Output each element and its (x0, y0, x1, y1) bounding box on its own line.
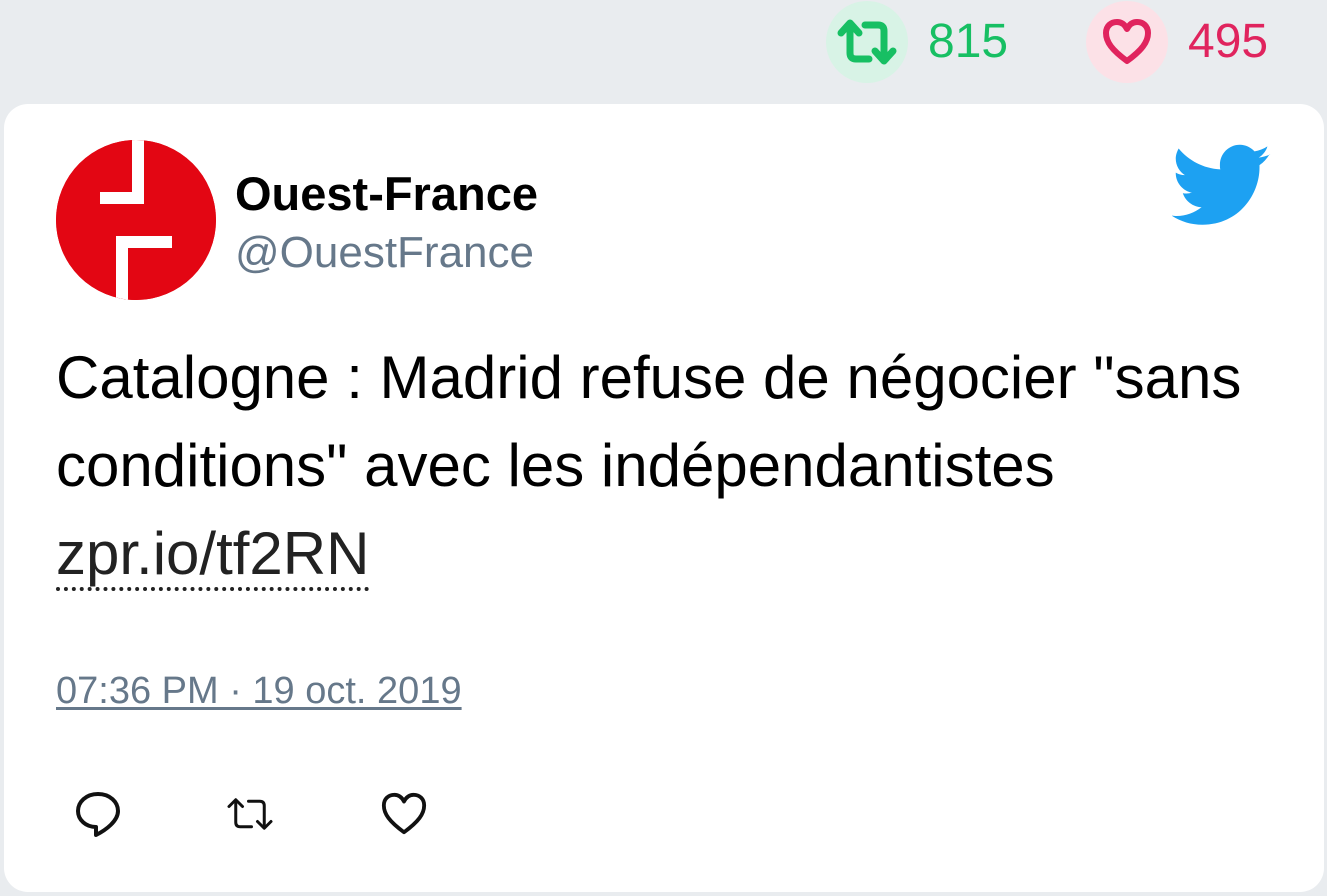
engagement-bar: 815 495 (0, 0, 1327, 100)
action-bar (56, 784, 428, 844)
reply-icon[interactable] (74, 790, 122, 838)
retweet-icon[interactable] (226, 790, 274, 838)
tweet-body: Catalogne : Madrid refuse de négocier "s… (56, 344, 1242, 499)
like-count: 495 (1188, 15, 1269, 68)
author-name[interactable]: Ouest-France (235, 166, 538, 222)
twitter-bird-icon[interactable] (1171, 144, 1272, 228)
author-block[interactable]: Ouest-France @OuestFrance (235, 166, 538, 284)
author-handle[interactable]: @OuestFrance (235, 222, 538, 284)
retweet-stat[interactable]: 815 (826, 0, 1008, 84)
heart-icon (1086, 1, 1168, 83)
ouest-france-logo (56, 140, 216, 300)
retweet-count: 815 (928, 15, 1009, 68)
tweet-link[interactable]: zpr.io/tf2RN (56, 520, 370, 591)
like-stat[interactable]: 495 (1086, 0, 1268, 84)
avatar[interactable] (56, 140, 216, 300)
tweet-timestamp[interactable]: 07:36 PM · 19 oct. 2019 (56, 670, 462, 713)
tweet-card: Ouest-France @OuestFrance Catalogne : Ma… (4, 104, 1324, 892)
tweet-text: Catalogne : Madrid refuse de négocier "s… (56, 334, 1276, 598)
heart-icon[interactable] (380, 790, 428, 838)
retweet-icon (826, 1, 908, 83)
